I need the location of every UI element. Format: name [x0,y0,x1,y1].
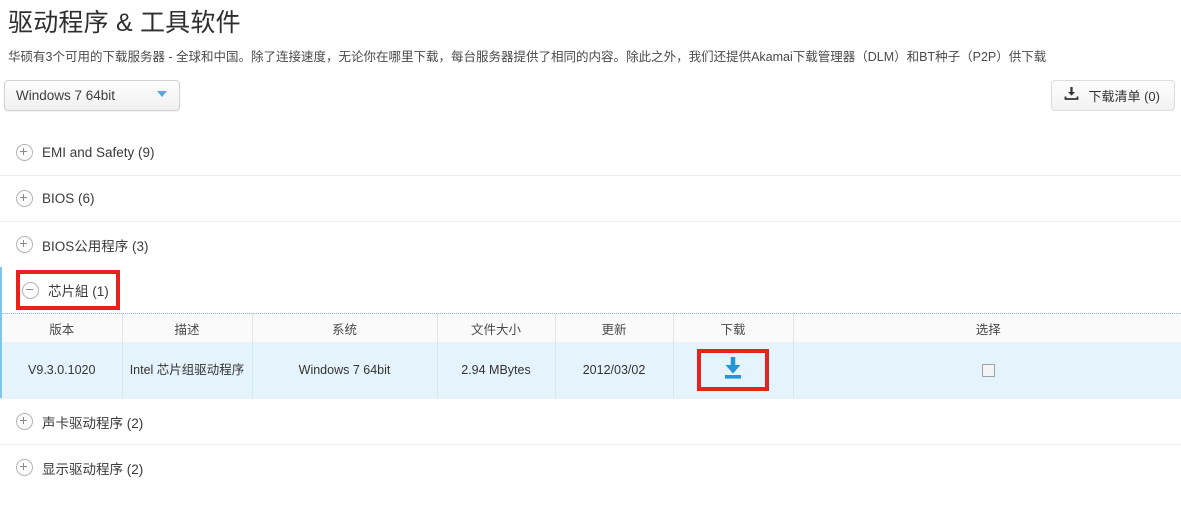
chevron-down-icon [157,91,167,97]
driver-accordion: EMI and Safety (9) BIOS (6) BIOS公用程序 (3)… [0,130,1181,490]
accordion-item-label: BIOS (6) [42,191,95,206]
download-tray-icon [1064,86,1079,106]
os-select-dropdown[interactable]: Windows 7 64bit [4,80,180,111]
accordion-item-label: 芯片組 (1) [48,280,109,300]
cell-filesize: 2.94 MBytes [437,342,555,398]
row-select-checkbox[interactable] [982,364,995,377]
accordion-item-bios-utilities[interactable]: BIOS公用程序 (3) [0,221,1181,267]
column-header-updated: 更新 [555,314,673,343]
cell-select [793,342,1181,398]
page-title: 驱动程序 & 工具软件 [8,6,1173,40]
column-header-select: 选择 [793,314,1181,343]
accordion-item-label: 显示驱动程序 (2) [42,458,143,478]
page-header: 驱动程序 & 工具软件 华硕有3个可用的下载服务器 - 全球和中国。除了连接速度… [0,0,1181,66]
minus-circle-icon [22,282,39,299]
accordion-item-bios[interactable]: BIOS (6) [0,175,1181,221]
os-select-value: Windows 7 64bit [5,88,157,103]
accordion-item-display-driver[interactable]: 显示驱动程序 (2) [0,444,1181,490]
plus-circle-icon [16,190,33,207]
cell-download [673,342,793,398]
plus-circle-icon [16,413,33,430]
download-list-button[interactable]: 下载清单 (0) [1051,80,1175,111]
column-header-filesize: 文件大小 [437,314,555,343]
accordion-item-label: BIOS公用程序 (3) [42,235,149,255]
page-description: 华硕有3个可用的下载服务器 - 全球和中国。除了连接速度，无论你在哪里下载，每台… [8,48,1173,66]
accordion-item-label: 声卡驱动程序 (2) [42,412,143,432]
column-header-version: 版本 [2,314,122,343]
table-header-row: 版本 描述 系统 文件大小 更新 下载 选择 [2,314,1181,343]
table-row: V9.3.0.1020 Intel 芯片组驱动程序 Windows 7 64bi… [2,342,1181,398]
column-header-download: 下载 [673,314,793,343]
plus-circle-icon [16,236,33,253]
cell-updated: 2012/03/02 [555,342,673,398]
cell-system: Windows 7 64bit [252,342,437,398]
download-arrow-icon[interactable] [720,356,746,385]
driver-download-table: 版本 描述 系统 文件大小 更新 下载 选择 V9.3.0.1020 Intel… [2,313,1181,398]
toolbar: Windows 7 64bit 下载清单 (0) [0,80,1181,114]
download-list-label: 下载清单 (0) [1088,86,1160,105]
cell-version: V9.3.0.1020 [2,342,122,398]
accordion-section-chipset: 芯片組 (1) 版本 描述 系统 文件大小 更新 下载 [0,267,1181,398]
accordion-item-chipset-toggle[interactable]: 芯片組 (1) [2,267,1181,313]
accordion-item-audio-driver[interactable]: 声卡驱动程序 (2) [0,398,1181,444]
column-header-system: 系统 [252,314,437,343]
accordion-item-label: EMI and Safety (9) [42,145,155,160]
accordion-item-emi-and-safety[interactable]: EMI and Safety (9) [0,130,1181,175]
plus-circle-icon [16,144,33,161]
cell-description: Intel 芯片组驱动程序 [122,342,252,398]
column-header-description: 描述 [122,314,252,343]
plus-circle-icon [16,459,33,476]
